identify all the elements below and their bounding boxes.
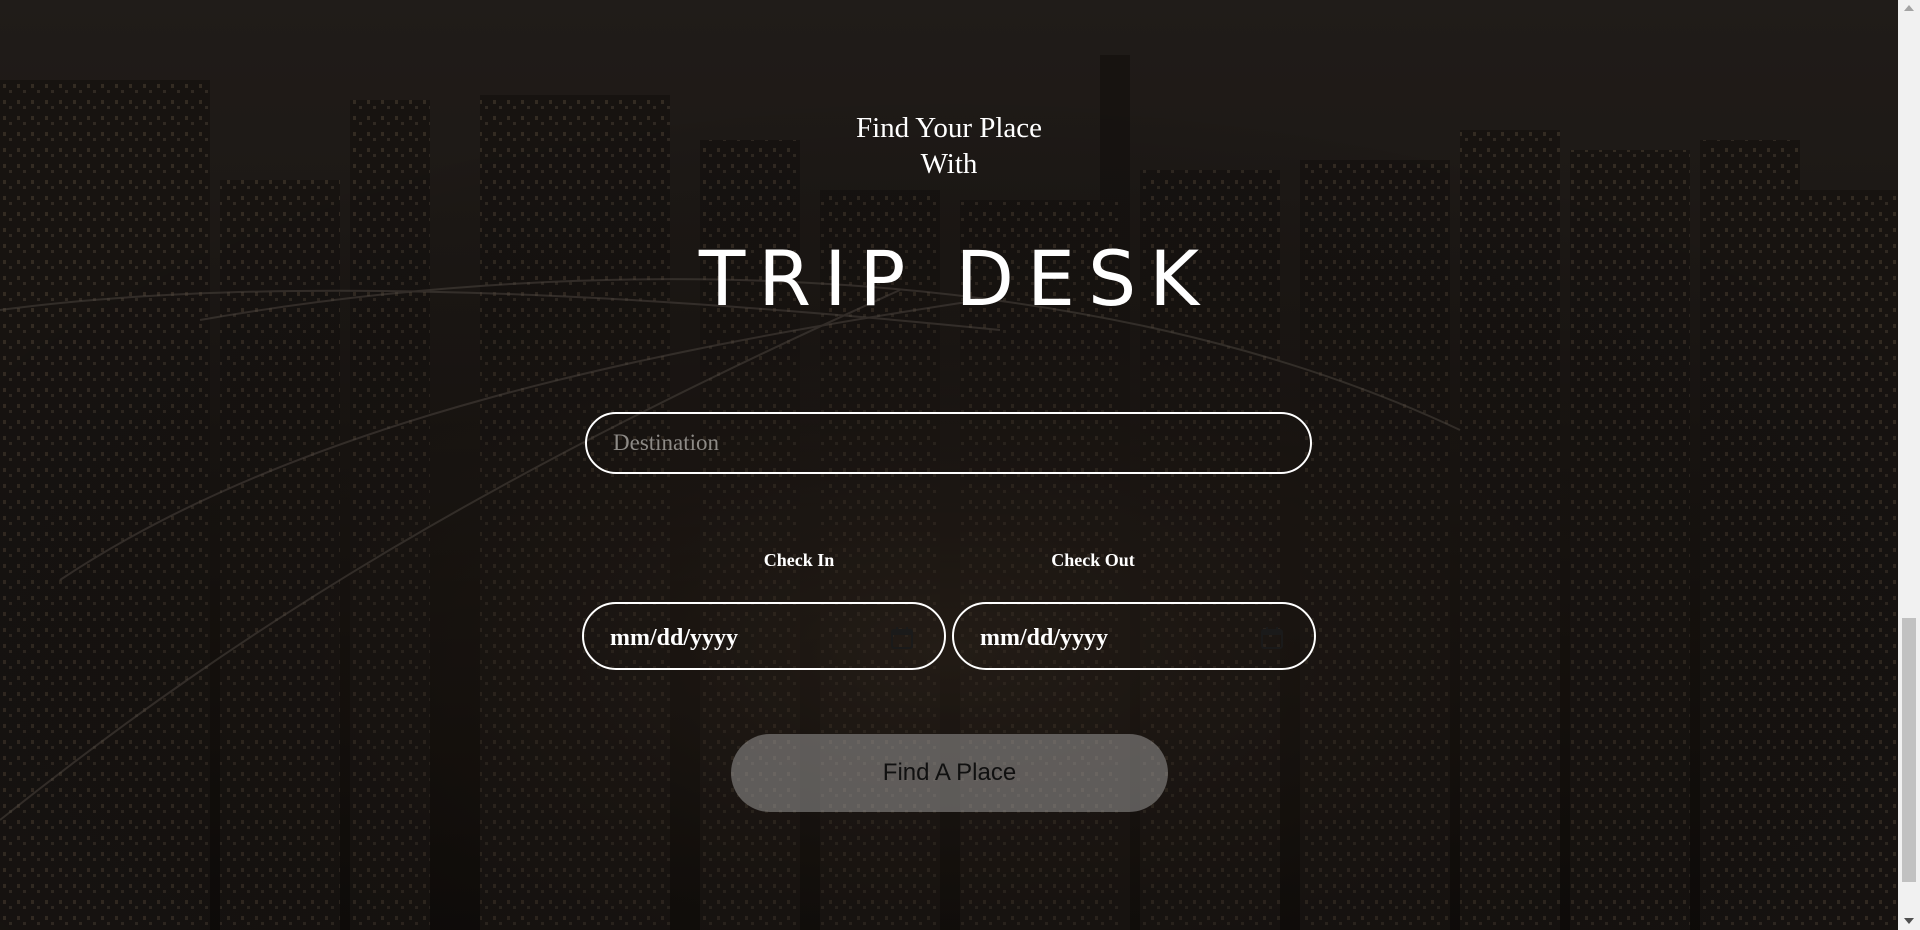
- check-out-date-field[interactable]: mm/dd/yyyy: [952, 602, 1316, 670]
- calendar-icon[interactable]: [1260, 626, 1284, 650]
- scrollbar-thumb[interactable]: [1902, 618, 1916, 882]
- scroll-down-arrow-icon[interactable]: [1904, 918, 1914, 924]
- destination-input[interactable]: [585, 412, 1312, 474]
- scroll-up-arrow-icon[interactable]: [1904, 5, 1914, 11]
- check-in-date-value: mm/dd/yyyy: [610, 625, 739, 651]
- brand-logo-text: TRIP DESK: [698, 234, 1213, 323]
- tagline: Find Your Place With: [0, 110, 1898, 182]
- calendar-icon[interactable]: [890, 626, 914, 650]
- vertical-scrollbar[interactable]: [1898, 0, 1920, 930]
- tagline-line-2: With: [920, 148, 978, 180]
- check-out-date-value: mm/dd/yyyy: [980, 625, 1109, 651]
- hero-section: Find Your Place With TRIP DESK Check In …: [0, 0, 1898, 930]
- check-out-label: Check Out: [1051, 550, 1135, 570]
- tagline-line-1: Find Your Place: [855, 112, 1043, 144]
- find-a-place-button[interactable]: Find A Place: [731, 734, 1168, 812]
- check-in-label: Check In: [763, 550, 835, 570]
- page: Find Your Place With TRIP DESK Check In …: [0, 0, 1920, 930]
- check-in-date-field[interactable]: mm/dd/yyyy: [582, 602, 946, 670]
